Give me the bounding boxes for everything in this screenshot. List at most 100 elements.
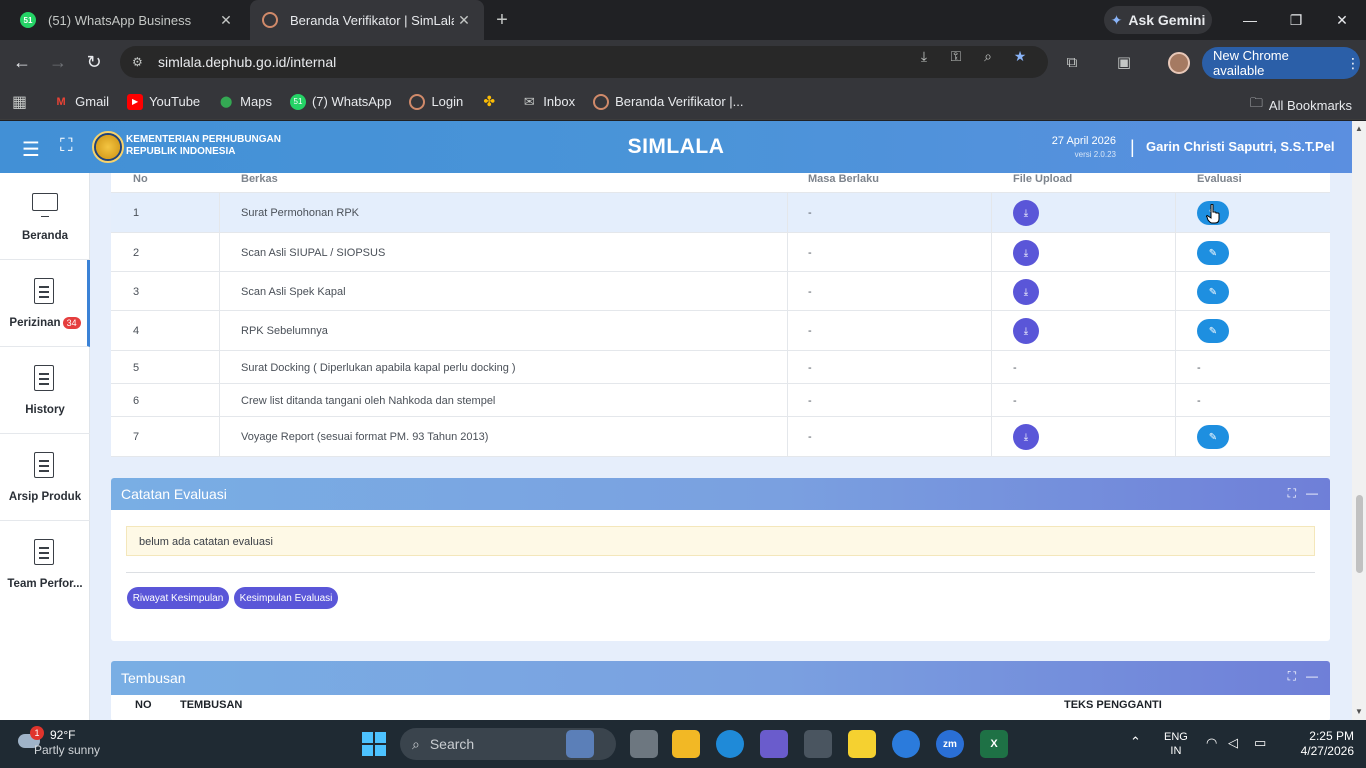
file-upload-empty: - bbox=[1013, 362, 1017, 374]
app-header: ☰ ⛶ KEMENTERIAN PERHUBUNGAN REPUBLIK IND… bbox=[0, 121, 1352, 173]
riwayat-kesimpulan-button[interactable]: Riwayat Kesimpulan bbox=[127, 587, 229, 609]
bookmark-youtube[interactable]: ▶ YouTube bbox=[127, 93, 201, 110]
sidebar-item-label: Team Perfor... bbox=[7, 578, 83, 590]
bookmark-whatsapp[interactable]: 51 (7) WhatsApp bbox=[289, 93, 391, 110]
column-divider bbox=[1175, 272, 1176, 311]
task-view-icon[interactable] bbox=[630, 730, 658, 758]
site-info-icon[interactable]: ⚙ bbox=[132, 55, 148, 69]
clock[interactable]: 2:25 PM 4/27/2026 bbox=[1301, 729, 1354, 759]
all-bookmarks-button[interactable]: 🗀 All Bookmarks bbox=[1250, 94, 1352, 116]
edge-icon[interactable] bbox=[716, 730, 744, 758]
bookmarks-bar: ▦ M Gmail ▶ YouTube ⬤ Maps 51 (7) WhatsA… bbox=[0, 84, 1366, 120]
back-icon[interactable]: ← bbox=[8, 48, 36, 76]
bookmark-inbox[interactable]: ✉ Inbox bbox=[521, 94, 575, 110]
excel-icon[interactable]: X bbox=[980, 730, 1008, 758]
install-app-icon[interactable]: ⤓ bbox=[916, 48, 932, 64]
bookmark-login[interactable]: Login bbox=[409, 93, 463, 110]
expand-icon[interactable]: ⛶ bbox=[1288, 669, 1296, 684]
address-bar[interactable]: ⚙ simlala.dephub.go.id/internal bbox=[120, 46, 1048, 78]
windows-start-icon[interactable] bbox=[362, 732, 386, 756]
masa-berlaku: - bbox=[808, 395, 812, 407]
minimize-window-icon[interactable]: — bbox=[1230, 6, 1270, 34]
zoom-icon[interactable]: ⌕ bbox=[980, 48, 996, 64]
taskbar-widget-icon[interactable] bbox=[566, 730, 594, 758]
weather-widget[interactable]: 92°F Partly sunny bbox=[34, 728, 100, 758]
collapse-icon[interactable]: — bbox=[1306, 669, 1318, 683]
url-text[interactable]: simlala.dephub.go.id/internal bbox=[158, 54, 336, 70]
show-hidden-icons-icon[interactable]: ⌃ bbox=[1130, 734, 1141, 750]
forward-icon[interactable]: → bbox=[44, 48, 72, 76]
web-page: ☰ ⛶ KEMENTERIAN PERHUBUNGAN REPUBLIK IND… bbox=[0, 121, 1352, 720]
simlala-icon bbox=[593, 93, 610, 110]
bookmark-maps[interactable]: ⬤ Maps bbox=[218, 94, 272, 110]
new-chrome-available-button[interactable]: New Chrome available ⋮ bbox=[1202, 47, 1360, 79]
chrome-icon[interactable] bbox=[892, 730, 920, 758]
edit-evaluation-button[interactable]: ✎ bbox=[1197, 425, 1229, 449]
close-window-icon[interactable]: ✕ bbox=[1322, 6, 1362, 34]
scroll-up-icon[interactable]: ▲ bbox=[1355, 124, 1363, 133]
catatan-evaluasi-header: Catatan Evaluasi ⛶ — bbox=[111, 478, 1330, 510]
new-chrome-label: New Chrome available bbox=[1213, 48, 1289, 78]
more-menu-icon[interactable]: ⋮ bbox=[1346, 55, 1360, 72]
camera-icon[interactable] bbox=[804, 730, 832, 758]
scrollbar-thumb[interactable] bbox=[1356, 495, 1363, 573]
password-key-icon[interactable]: ⚿ bbox=[948, 48, 964, 64]
sidebar-item-history[interactable]: History bbox=[0, 347, 90, 434]
column-divider bbox=[219, 417, 220, 457]
edit-evaluation-button[interactable]: ✎ bbox=[1197, 319, 1229, 343]
maximize-window-icon[interactable]: ❐ bbox=[1276, 6, 1316, 34]
sidebar-item-perizinan[interactable]: Perizinan 34 bbox=[0, 260, 90, 347]
bookmark-star-icon[interactable]: ★ bbox=[1012, 48, 1028, 64]
bookmark-label: YouTube bbox=[149, 94, 201, 109]
tembusan-panel: Tembusan ⛶ — NO TEMBUSAN TEKS PENGGANTI bbox=[111, 661, 1330, 720]
user-name[interactable]: Garin Christi Saputri, S.S.T.Pel bbox=[1146, 139, 1335, 154]
edit-evaluation-button[interactable]: ✎ bbox=[1197, 280, 1229, 304]
tab-beranda-verifikator[interactable]: Beranda Verifikator | SimLala ✕ bbox=[250, 0, 484, 40]
language-indicator[interactable]: ENG IN bbox=[1164, 730, 1188, 758]
collapse-icon[interactable]: — bbox=[1306, 486, 1318, 500]
close-tab-icon[interactable]: ✕ bbox=[216, 10, 236, 30]
page-scrollbar[interactable]: ▲ ▼ bbox=[1352, 121, 1366, 720]
reload-icon[interactable]: ↻ bbox=[80, 48, 108, 76]
extensions-icon[interactable]: ⧉ bbox=[1062, 52, 1082, 72]
sticky-notes-icon[interactable] bbox=[848, 730, 876, 758]
apps-grid-icon[interactable]: ▦ bbox=[12, 92, 27, 112]
download-file-button[interactable]: ⤓ bbox=[1013, 240, 1039, 266]
bookmark-beranda-verifikator[interactable]: Beranda Verifikator |... bbox=[593, 93, 743, 110]
expand-icon[interactable]: ⛶ bbox=[1288, 486, 1296, 501]
evaluasi-empty: - bbox=[1197, 395, 1201, 407]
download-file-button[interactable]: ⤓ bbox=[1013, 200, 1039, 226]
sidebar-item-beranda[interactable]: Beranda bbox=[0, 173, 90, 260]
edit-evaluation-button[interactable]: ✎ bbox=[1197, 241, 1229, 265]
row-number: 3 bbox=[133, 286, 140, 298]
tab-title: (51) WhatsApp Business bbox=[48, 12, 192, 28]
maps-icon: ⬤ bbox=[220, 96, 233, 108]
scroll-down-icon[interactable]: ▼ bbox=[1355, 707, 1363, 716]
profile-avatar[interactable] bbox=[1168, 52, 1190, 74]
tab-search-icon[interactable]: ▣ bbox=[1114, 52, 1134, 72]
ask-gemini-button[interactable]: ✦ Ask Gemini bbox=[1104, 6, 1212, 34]
copilot-icon[interactable] bbox=[760, 730, 788, 758]
download-file-button[interactable]: ⤓ bbox=[1013, 279, 1039, 305]
windows-taskbar: 1 92°F Partly sunny ⌕ Search zm X ⌃ ENG … bbox=[0, 720, 1366, 768]
volume-icon[interactable]: ◁ bbox=[1228, 735, 1238, 751]
download-file-button[interactable]: ⤓ bbox=[1013, 424, 1039, 450]
wifi-icon[interactable]: ◠ bbox=[1206, 735, 1217, 751]
close-tab-icon[interactable]: ✕ bbox=[454, 10, 474, 30]
evaluation-note: belum ada catatan evaluasi bbox=[126, 526, 1315, 556]
file-explorer-icon[interactable] bbox=[672, 730, 700, 758]
column-divider bbox=[1175, 384, 1176, 417]
sidebar-item-arsip-produk[interactable]: Arsip Produk bbox=[0, 434, 90, 521]
col-header-tembusan: TEMBUSAN bbox=[180, 699, 243, 711]
sidebar-item-team-performance[interactable]: Team Perfor... bbox=[0, 521, 90, 608]
tab-whatsapp-business[interactable]: 51 (51) WhatsApp Business ✕ bbox=[8, 0, 246, 40]
battery-icon[interactable]: ▭ bbox=[1254, 735, 1266, 751]
new-tab-icon[interactable]: + bbox=[490, 8, 514, 32]
row-number: 5 bbox=[133, 362, 140, 374]
bookmark-gmail[interactable]: M Gmail bbox=[53, 94, 110, 110]
zoom-app-icon[interactable]: zm bbox=[936, 730, 964, 758]
download-file-button[interactable]: ⤓ bbox=[1013, 318, 1039, 344]
gemini-star-icon: ✦ bbox=[1110, 11, 1123, 28]
bookmark-pinwheel[interactable]: ✤ bbox=[481, 93, 503, 110]
kesimpulan-evaluasi-button[interactable]: Kesimpulan Evaluasi bbox=[234, 587, 338, 609]
